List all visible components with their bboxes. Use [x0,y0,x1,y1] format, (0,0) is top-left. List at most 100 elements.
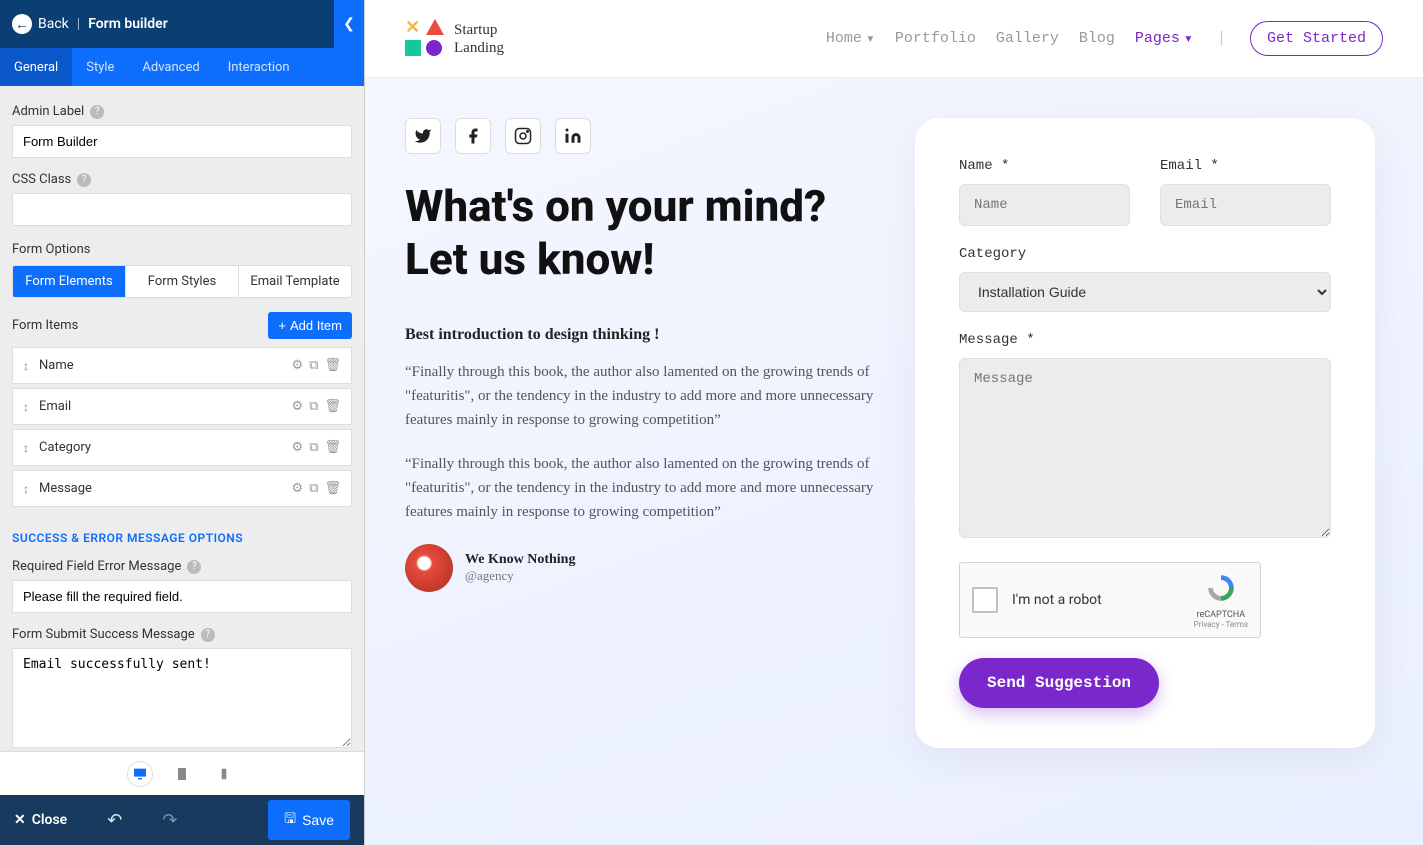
tab-advanced[interactable]: Advanced [128,48,213,86]
required-error-label: Required Field Error Message ? [12,559,352,574]
mobile-icon[interactable] [212,762,236,786]
copy-icon[interactable]: ⧉ [309,358,318,373]
sidebar-footer: ✕ Close ↶ ↷ 🖫 Save [0,795,364,845]
tab-style[interactable]: Style [72,48,128,86]
close-button[interactable]: ✕ Close [14,812,67,828]
back-label: Back [38,16,69,32]
drag-icon[interactable]: ↕ [23,359,29,373]
gear-icon[interactable]: ⚙ [292,358,304,373]
nav-divider: | [1217,30,1226,47]
form-item-row[interactable]: ↕ Message ⚙ ⧉ 🗑 [12,470,352,507]
message-textarea[interactable] [959,358,1331,538]
admin-label-input[interactable] [12,125,352,158]
collapse-button[interactable]: ❮ [334,0,364,48]
sidebar-panel: ← Back | Form builder ❮ General Style Ad… [0,0,365,845]
gear-icon[interactable]: ⚙ [292,481,304,496]
gear-icon[interactable]: ⚙ [292,399,304,414]
avatar [405,544,453,592]
chevron-down-icon: ▾ [866,29,875,48]
tablet-icon[interactable] [170,762,194,786]
tab-interaction[interactable]: Interaction [214,48,304,86]
desktop-icon[interactable] [128,762,152,786]
drag-icon[interactable]: ↕ [23,400,29,414]
chevron-left-icon: ❮ [343,16,355,32]
author-handle: @agency [465,568,575,584]
nav-pages[interactable]: Pages ▾ [1135,29,1193,48]
success-msg-label: Form Submit Success Message ? [12,627,352,642]
email-input[interactable] [1160,184,1331,226]
category-label: Category [959,246,1331,262]
arrow-left-icon: ← [12,14,32,34]
seg-form-elements[interactable]: Form Elements [13,266,126,297]
seg-email-template[interactable]: Email Template [239,266,351,297]
save-icon: 🖫 [284,808,296,832]
add-item-button[interactable]: + Add Item [268,312,352,339]
section-success-error: SUCCESS & ERROR MESSAGE OPTIONS [12,531,352,545]
trash-icon[interactable]: 🗑 [324,358,341,373]
category-select[interactable]: Installation Guide [959,272,1331,312]
name-input[interactable] [959,184,1130,226]
trash-icon[interactable]: 🗑 [324,481,341,496]
css-class-input[interactable] [12,193,352,226]
help-icon[interactable]: ? [77,173,91,187]
recaptcha-label: I'm not a robot [1012,592,1194,608]
copy-icon[interactable]: ⧉ [309,440,318,455]
undo-button[interactable]: ↶ [107,810,122,831]
drag-icon[interactable]: ↕ [23,441,29,455]
chevron-down-icon: ▾ [1184,29,1193,48]
author-name: We Know Nothing [465,552,575,568]
form-item-row[interactable]: ↕ Category ⚙ ⧉ 🗑 [12,429,352,466]
tab-general[interactable]: General [0,48,72,86]
form-item-row[interactable]: ↕ Email ⚙ ⧉ 🗑 [12,388,352,425]
preview-pane: ✕ Startup Landing Home ▾ Portfolio Galle… [365,0,1423,845]
separator: | [77,16,80,32]
logo-icon: ✕ [405,19,444,58]
back-button[interactable]: ← Back [12,14,69,34]
name-label: Name * [959,158,1130,174]
page-headline: What's on your mind? Let us know! [405,180,875,286]
trash-icon[interactable]: 🗑 [324,399,341,414]
redo-button[interactable]: ↷ [162,810,177,831]
instagram-icon[interactable] [505,118,541,154]
save-button[interactable]: 🖫 Save [268,800,350,840]
copy-icon[interactable]: ⧉ [309,481,318,496]
help-icon[interactable]: ? [187,560,201,574]
site-logo[interactable]: ✕ Startup Landing [405,19,504,58]
nav-portfolio[interactable]: Portfolio [895,30,976,47]
submit-button[interactable]: Send Suggestion [959,658,1159,708]
help-icon[interactable]: ? [90,105,104,119]
nav-gallery[interactable]: Gallery [996,30,1059,47]
sidebar-tabs: General Style Advanced Interaction [0,48,364,86]
recaptcha-icon [1205,572,1237,604]
sidebar-header: ← Back | Form builder ❮ [0,0,364,48]
twitter-icon[interactable] [405,118,441,154]
contact-form-card: Name * Email * Category Installation Gui… [915,118,1375,748]
sidebar-body: Admin Label ? CSS Class ? Form Options F… [0,86,364,751]
nav-home[interactable]: Home ▾ [826,29,875,48]
facebook-icon[interactable] [455,118,491,154]
css-class-label: CSS Class ? [12,172,352,187]
help-icon[interactable]: ? [201,628,215,642]
author-block: We Know Nothing @agency [405,544,875,592]
form-options-segment: Form Elements Form Styles Email Template [12,265,352,298]
copy-icon[interactable]: ⧉ [309,399,318,414]
recaptcha-widget[interactable]: I'm not a robot reCAPTCHA Privacy - Term… [959,562,1261,638]
trash-icon[interactable]: 🗑 [324,440,341,455]
form-item-row[interactable]: ↕ Name ⚙ ⧉ 🗑 [12,347,352,384]
gear-icon[interactable]: ⚙ [292,440,304,455]
drag-icon[interactable]: ↕ [23,482,29,496]
admin-label: Admin Label ? [12,104,352,119]
seg-form-styles[interactable]: Form Styles [126,266,239,297]
email-label: Email * [1160,158,1331,174]
recaptcha-checkbox[interactable] [972,587,998,613]
form-items-label: Form Items [12,318,78,333]
nav-blog[interactable]: Blog [1079,30,1115,47]
page-subhead: Best introduction to design thinking ! [405,326,875,344]
linkedin-icon[interactable] [555,118,591,154]
get-started-button[interactable]: Get Started [1250,21,1383,56]
required-error-input[interactable] [12,580,352,613]
plus-icon: + [278,318,286,333]
success-msg-textarea[interactable]: Email successfully sent! [12,648,352,748]
site-nav: ✕ Startup Landing Home ▾ Portfolio Galle… [365,0,1423,78]
close-icon: ✕ [14,812,26,828]
